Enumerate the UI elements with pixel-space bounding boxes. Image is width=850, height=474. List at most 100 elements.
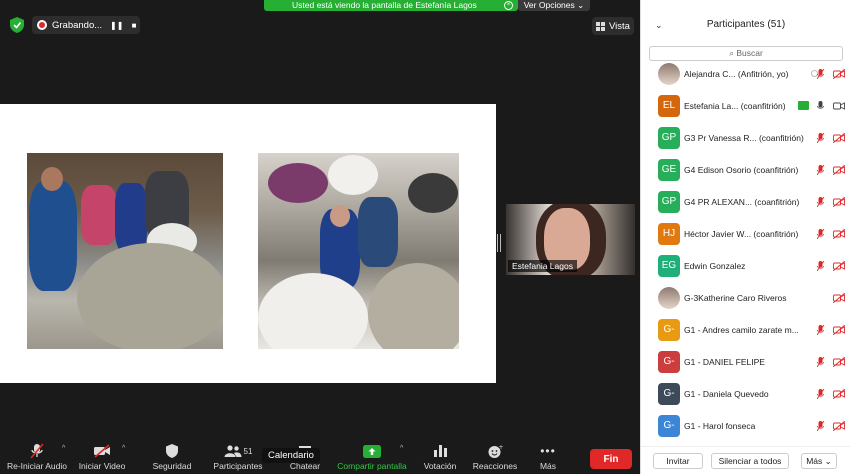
start-video-button[interactable]: Iniciar Video ^ xyxy=(74,441,130,474)
unmute-label: Re-Iniciar Audio xyxy=(6,461,67,471)
pause-recording-icon[interactable]: ❚❚ xyxy=(110,21,123,30)
more-label: Más xyxy=(539,461,557,471)
participant-row[interactable]: G- G1 - Daniela Quevedo xyxy=(641,378,850,410)
mic-muted-icon[interactable] xyxy=(817,229,824,239)
mic-muted-icon[interactable] xyxy=(817,325,824,335)
share-banner-text: Usted está viendo la pantalla de Estefan… xyxy=(292,0,477,10)
video-off-icon[interactable] xyxy=(833,325,845,335)
participant-name: Héctor Javier W... (coanfitrión) xyxy=(684,229,799,239)
participant-row[interactable]: EG Edwin Gonzalez xyxy=(641,250,850,282)
participant-name: Alejandra C... (Anfitrión, yo) xyxy=(684,69,789,79)
video-off-icon[interactable] xyxy=(833,69,845,79)
participant-avatar: HJ xyxy=(658,223,680,245)
view-options-button[interactable]: Ver Opciones ⌄ xyxy=(518,0,590,11)
participant-avatar: G- xyxy=(658,415,680,437)
unmute-audio-button[interactable]: Re-Iniciar Audio ^ xyxy=(4,441,70,474)
mic-muted-icon[interactable] xyxy=(817,69,824,79)
participant-name: G1 - Daniela Quevedo xyxy=(684,389,769,399)
security-shield-icon[interactable] xyxy=(10,17,24,33)
reactions-button[interactable]: + Reacciones xyxy=(470,441,520,474)
participant-avatar: G- xyxy=(658,351,680,373)
mic-muted-icon[interactable] xyxy=(817,421,824,431)
end-meeting-button[interactable]: Fin xyxy=(590,449,632,469)
participant-row[interactable]: GE G4 Edison Osorio (coanfitrión) xyxy=(641,154,850,186)
mic-muted-icon[interactable] xyxy=(817,261,824,271)
mic-muted-icon[interactable] xyxy=(817,389,824,399)
video-options-caret-icon[interactable]: ^ xyxy=(122,445,125,452)
mute-all-button[interactable]: Silenciar a todos xyxy=(711,453,789,469)
search-icon: ⌕ xyxy=(729,48,734,58)
participant-row[interactable]: G- G1 - Harol fonseca xyxy=(641,410,850,442)
recording-dot-icon xyxy=(37,20,47,30)
share-screen-button[interactable]: Compartir pantalla ^ xyxy=(334,441,410,474)
participants-button[interactable]: 51 Participantes xyxy=(208,441,268,474)
participant-avatar: GP xyxy=(658,127,680,149)
participant-row[interactable]: GP G4 PR ALEXAN... (coanfitrión) xyxy=(641,186,850,218)
shared-slide xyxy=(0,104,496,383)
participant-row[interactable]: HJ Héctor Javier W... (coanfitrión) xyxy=(641,218,850,250)
view-button[interactable]: Vista xyxy=(592,17,634,35)
share-screen-icon xyxy=(363,444,381,458)
participant-avatar: G- xyxy=(658,319,680,341)
participant-row[interactable]: Alejandra C... (Anfitrión, yo) xyxy=(641,58,850,90)
participant-name: G4 Edison Osorio (coanfitrión) xyxy=(684,165,799,175)
share-options-caret-icon[interactable]: ^ xyxy=(400,445,403,452)
participant-avatar: EG xyxy=(658,255,680,277)
video-off-icon[interactable] xyxy=(833,357,845,367)
zoom-window: Grabando... ❚❚ ■ Vista Usted está viendo… xyxy=(0,0,850,474)
poll-button[interactable]: Votación xyxy=(418,441,462,474)
participants-label: Participantes xyxy=(213,461,263,471)
participant-row[interactable]: EL Estefania La... (coanfitrión) xyxy=(641,90,850,122)
video-participant-name: Estefania Lagos xyxy=(508,260,577,272)
participants-panel: ⌄ Participantes (51) ⌕ Buscar Alejandra … xyxy=(640,0,850,474)
participant-name: Edwin Gonzalez xyxy=(684,261,746,271)
video-off-icon[interactable] xyxy=(833,293,845,303)
security-button[interactable]: Seguridad xyxy=(148,441,196,474)
mic-muted-icon[interactable] xyxy=(817,197,824,207)
mic-muted-icon[interactable] xyxy=(817,133,824,143)
mic-icon[interactable] xyxy=(817,101,824,111)
participant-name: G-3Katherine Caro Riveros xyxy=(684,293,787,303)
split-view-handle[interactable] xyxy=(497,234,501,252)
invite-button[interactable]: Invitar xyxy=(653,453,703,469)
participant-name: G3 Pr Vanessa R... (coanfitrión) xyxy=(684,133,804,143)
audio-options-caret-icon[interactable]: ^ xyxy=(62,445,65,452)
more-icon: ••• xyxy=(540,444,556,458)
video-icon[interactable] xyxy=(833,101,845,111)
participants-panel-title: Participantes (51) xyxy=(706,19,786,30)
video-off-icon[interactable] xyxy=(833,133,845,143)
participant-row[interactable]: G- G1 - Andres camilo zarate m... xyxy=(641,314,850,346)
stop-recording-icon[interactable]: ■ xyxy=(128,21,140,30)
participant-name: G1 - DANIEL FELIPE xyxy=(684,357,765,367)
video-off-icon xyxy=(94,444,110,458)
participant-row[interactable]: G-3Katherine Caro Riveros xyxy=(641,282,850,314)
more-button[interactable]: ••• Más xyxy=(532,441,564,474)
video-off-icon[interactable] xyxy=(833,389,845,399)
participant-avatar xyxy=(658,63,680,85)
participant-name: Estefania La... (coanfitrión) xyxy=(684,101,786,111)
panel-more-button[interactable]: Más ⌄ xyxy=(801,453,837,469)
participant-name: G1 - Harol fonseca xyxy=(684,421,756,431)
mic-muted-icon[interactable] xyxy=(817,165,824,175)
participant-avatar: GP xyxy=(658,191,680,213)
participant-list: Alejandra C... (Anfitrión, yo) EL Estefani… xyxy=(641,58,850,442)
participant-name: G1 - Andres camilo zarate m... xyxy=(684,325,799,335)
video-thumbnail[interactable]: Estefania Lagos xyxy=(506,204,635,275)
recycling-photo-left xyxy=(27,153,223,349)
participant-row[interactable]: G- G1 - DANIEL FELIPE xyxy=(641,346,850,378)
recycling-photo-right xyxy=(258,153,459,349)
meeting-area: Grabando... ❚❚ ■ Vista Usted está viendo… xyxy=(0,0,640,474)
mic-muted-icon[interactable] xyxy=(817,357,824,367)
search-placeholder: Buscar xyxy=(736,48,763,58)
participant-avatar: G- xyxy=(658,383,680,405)
svg-text:+: + xyxy=(498,444,503,451)
video-off-icon[interactable] xyxy=(833,421,845,431)
recording-indicator: Grabando... ❚❚ ■ xyxy=(32,16,140,34)
banner-close-icon[interactable]: × xyxy=(504,1,513,10)
shield-icon xyxy=(166,444,178,458)
video-off-icon[interactable] xyxy=(833,261,845,271)
participant-row[interactable]: GP G3 Pr Vanessa R... (coanfitrión) xyxy=(641,122,850,154)
video-off-icon[interactable] xyxy=(833,197,845,207)
video-off-icon[interactable] xyxy=(833,229,845,239)
video-off-icon[interactable] xyxy=(833,165,845,175)
